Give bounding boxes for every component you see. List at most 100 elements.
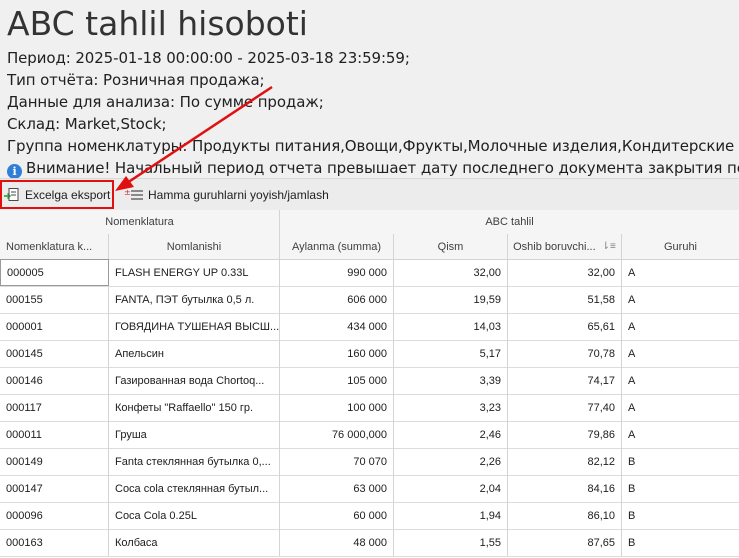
cell-share[interactable]: 1,94 [394,502,508,529]
export-file-icon [4,187,19,201]
cell-cumulative[interactable]: 77,40 [508,394,622,421]
cell-share[interactable]: 19,59 [394,286,508,313]
cell-share[interactable]: 2,26 [394,448,508,475]
col-header-code[interactable]: Nomenklatura k... [0,234,109,259]
cell-cumulative[interactable]: 70,78 [508,340,622,367]
excel-export-button[interactable]: Excelga eksport [3,179,114,210]
cell-code[interactable]: 000117 [0,394,109,421]
cell-code[interactable]: 000005 [0,259,109,286]
table-row[interactable]: 000147 Coca cola стеклянная бутыл... 63 00… [0,475,739,503]
cell-group[interactable]: B [622,502,739,529]
info-label: Тип отчёта: [7,71,99,89]
table-row[interactable]: 000005 FLASH ENERGY UP 0.33L 990 000 32,00 3… [0,259,739,287]
cell-cumulative[interactable]: 86,10 [508,502,622,529]
cell-group[interactable]: B [622,475,739,502]
cell-cumulative[interactable]: 84,16 [508,475,622,502]
info-warning: i Внимание! Начальный период отчета превы… [7,157,739,179]
cell-turnover[interactable]: 70 070 [280,448,394,475]
cell-turnover[interactable]: 60 000 [280,502,394,529]
cell-cumulative[interactable]: 51,58 [508,286,622,313]
cell-name[interactable]: Апельсин [109,340,280,367]
table-row[interactable]: 000001 ГОВЯДИНА ТУШЕНАЯ ВЫСШ... 434 000 14,… [0,313,739,341]
col-header-group[interactable]: Guruhi [622,234,739,259]
band-nomenclature[interactable]: Nomenklatura [0,210,280,234]
cell-name[interactable]: ГОВЯДИНА ТУШЕНАЯ ВЫСШ... [109,313,280,340]
cell-code[interactable]: 000145 [0,340,109,367]
col-header-share[interactable]: Qism [394,234,508,259]
cell-code[interactable]: 000147 [0,475,109,502]
cell-cumulative[interactable]: 65,61 [508,313,622,340]
cell-name[interactable]: Груша [109,421,280,448]
expand-collapse-groups-button[interactable]: ± Hamma guruhlarni yoyish/jamlash [124,179,364,210]
cell-turnover[interactable]: 63 000 [280,475,394,502]
col-header-name[interactable]: Nomlanishi [109,234,280,259]
cell-share[interactable]: 32,00 [394,259,508,286]
info-warehouse: Склад: Market,Stock; [7,113,739,135]
table-row[interactable]: 000096 Coca Cola 0.25L 60 000 1,94 86,10 B [0,502,739,530]
cell-code[interactable]: 000163 [0,529,109,556]
cell-share[interactable]: 3,23 [394,394,508,421]
cell-group[interactable]: B [622,529,739,556]
cell-turnover[interactable]: 606 000 [280,286,394,313]
cell-group[interactable]: A [622,367,739,394]
table-row[interactable]: 000146 Газированная вода Chortoq... 105 00… [0,367,739,395]
sort-icon: ⇂≡ [601,241,616,252]
cell-name[interactable]: FANTA, ПЭТ бутылка 0,5 л. [109,286,280,313]
cell-share[interactable]: 2,46 [394,421,508,448]
cell-name[interactable]: Fanta стеклянная бутылка 0,... [109,448,280,475]
cell-cumulative[interactable]: 82,12 [508,448,622,475]
cell-group[interactable]: A [622,394,739,421]
cell-share[interactable]: 2,04 [394,475,508,502]
cell-code[interactable]: 000001 [0,313,109,340]
cell-cumulative[interactable]: 32,00 [508,259,622,286]
cell-turnover[interactable]: 990 000 [280,259,394,286]
cell-group[interactable]: A [622,340,739,367]
cell-group[interactable]: A [622,286,739,313]
cell-name[interactable]: Конфеты "Raffaello" 150 гр. [109,394,280,421]
cell-code[interactable]: 000011 [0,421,109,448]
table-row[interactable]: 000155 FANTA, ПЭТ бутылка 0,5 л. 606 000 19… [0,286,739,314]
cell-turnover[interactable]: 100 000 [280,394,394,421]
expand-collapse-icon: ± [124,188,143,200]
cell-turnover[interactable]: 76 000,000 [280,421,394,448]
cell-group[interactable]: B [622,448,739,475]
table-row[interactable]: 000163 Колбаса 48 000 1,55 87,65 B [0,529,739,557]
info-analysis-data: Данные для анализа: По сумме продаж; [7,91,739,113]
cell-name[interactable]: Колбаса [109,529,280,556]
info-label: Период: [7,49,71,67]
cell-code[interactable]: 000146 [0,367,109,394]
cell-turnover[interactable]: 48 000 [280,529,394,556]
cell-share[interactable]: 1,55 [394,529,508,556]
cell-name[interactable]: Coca cola стеклянная бутыл... [109,475,280,502]
table-row[interactable]: 000149 Fanta стеклянная бутылка 0,... 70 0… [0,448,739,476]
cell-turnover[interactable]: 105 000 [280,367,394,394]
info-icon: i [7,164,22,179]
cell-name[interactable]: Газированная вода Chortoq... [109,367,280,394]
cell-group[interactable]: A [622,259,739,286]
cell-turnover[interactable]: 434 000 [280,313,394,340]
cell-code[interactable]: 000096 [0,502,109,529]
col-header-cumulative[interactable]: Oshib boruvchi... ⇂≡ [508,234,622,259]
cell-code[interactable]: 000155 [0,286,109,313]
cell-group[interactable]: A [622,313,739,340]
cell-name[interactable]: Coca Cola 0.25L [109,502,280,529]
cell-name[interactable]: FLASH ENERGY UP 0.33L [109,259,280,286]
cell-cumulative[interactable]: 74,17 [508,367,622,394]
cell-share[interactable]: 3,39 [394,367,508,394]
col-header-turnover[interactable]: Aylanma (summa) [280,234,394,259]
info-value: Market,Stock; [60,115,167,133]
cell-share[interactable]: 14,03 [394,313,508,340]
column-header-row: Nomenklatura k... Nomlanishi Aylanma (su… [0,234,739,260]
cell-share[interactable]: 5,17 [394,340,508,367]
table-row[interactable]: 000011 Груша 76 000,000 2,46 79,86 A [0,421,739,449]
cell-turnover[interactable]: 160 000 [280,340,394,367]
cell-code[interactable]: 000149 [0,448,109,475]
expand-collapse-label: Hamma guruhlarni yoyish/jamlash [148,187,329,202]
info-label: Данные для анализа: [7,93,175,111]
band-abc[interactable]: ABC tahlil [280,210,739,234]
table-row[interactable]: 000145 Апельсин 160 000 5,17 70,78 A [0,340,739,368]
cell-cumulative[interactable]: 79,86 [508,421,622,448]
cell-group[interactable]: A [622,421,739,448]
table-row[interactable]: 000117 Конфеты "Raffaello" 150 гр. 100 000… [0,394,739,422]
cell-cumulative[interactable]: 87,65 [508,529,622,556]
